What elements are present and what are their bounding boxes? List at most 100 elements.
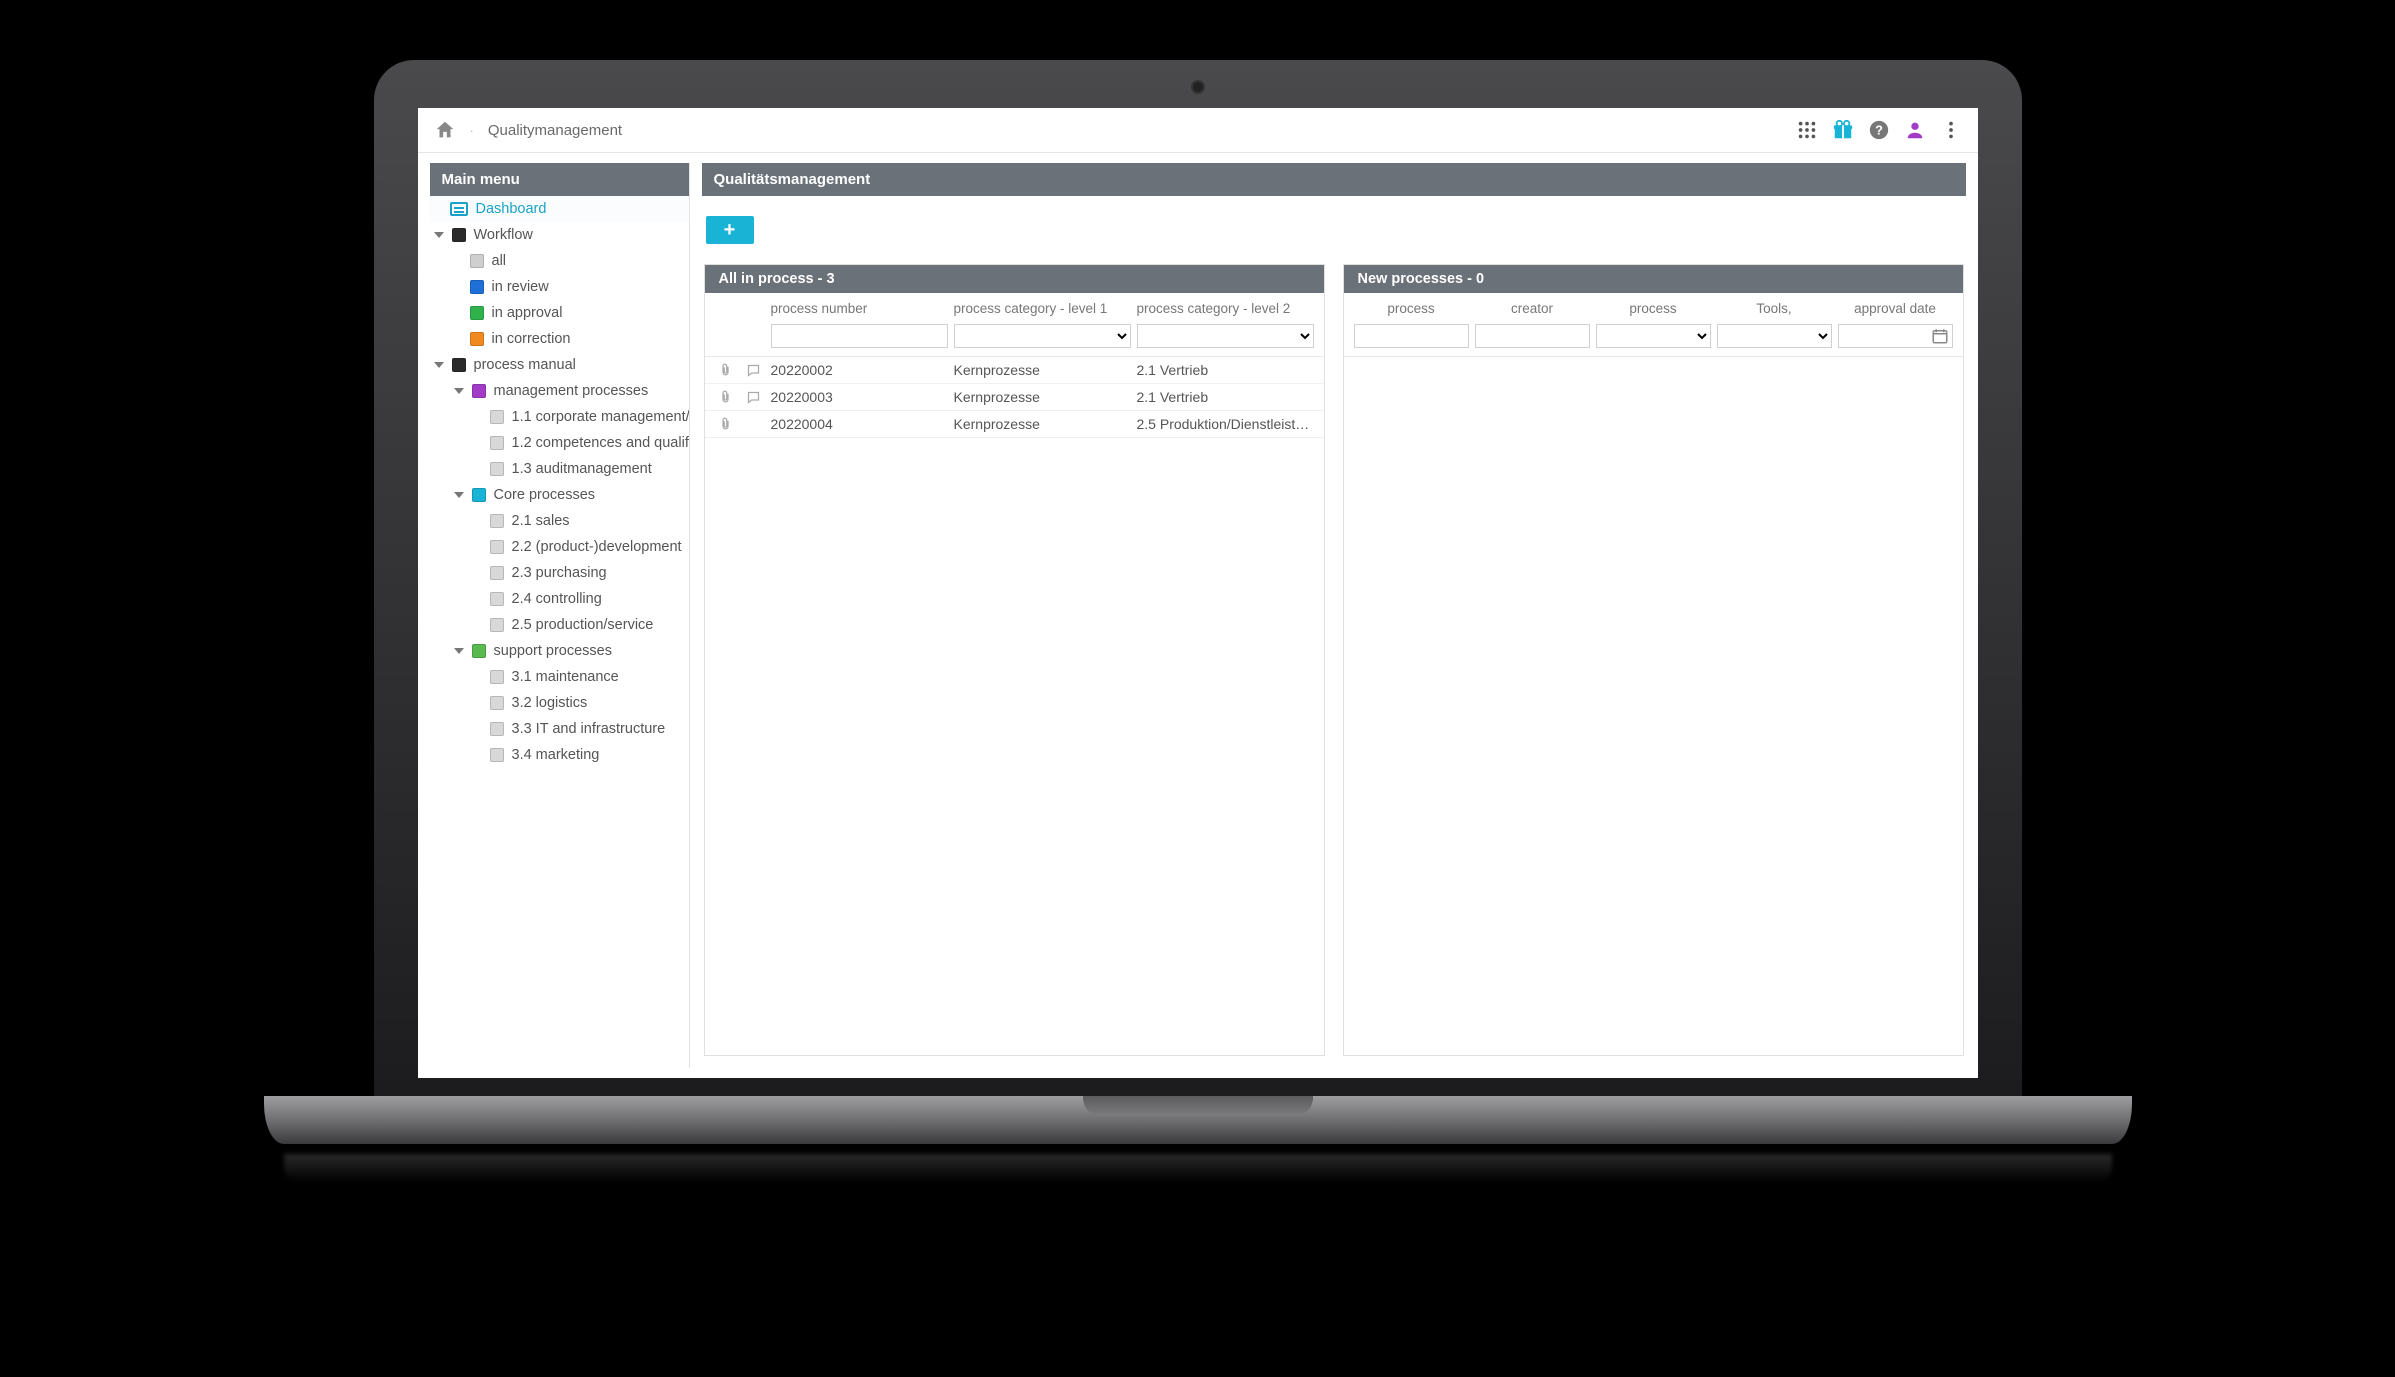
cell-cat2: 2.1 Vertrieb [1137, 362, 1314, 378]
sidebar-item-label: in review [492, 279, 549, 295]
page-icon [490, 670, 504, 684]
laptop-bezel: · Qualitymanagement ? [374, 60, 2022, 1096]
cell-process-number: 20220002 [771, 362, 948, 378]
sidebar-item-mgmt-3[interactable]: 1.3 auditmanagement [430, 456, 689, 482]
sidebar-item-core-3[interactable]: 2.3 purchasing [430, 560, 689, 586]
sidebar-item-manual[interactable]: process manual [430, 352, 689, 378]
table-row[interactable]: 20220002 Kernprozesse 2.1 Vertrieb [705, 357, 1324, 384]
page-icon [490, 696, 504, 710]
folder-icon [452, 228, 466, 242]
sidebar-item-wf-approval[interactable]: in approval [430, 300, 689, 326]
sidebar-item-support-2[interactable]: 3.2 logistics [430, 690, 689, 716]
attachment-icon[interactable] [715, 417, 737, 432]
comment-icon[interactable] [743, 390, 765, 405]
filter-cat1-select[interactable] [954, 324, 1131, 348]
home-icon[interactable] [434, 119, 456, 141]
sidebar-item-mgmt-1[interactable]: 1.1 corporate management/… [430, 404, 689, 430]
page-icon [490, 514, 504, 528]
cell-cat1: Kernprozesse [954, 362, 1131, 378]
sidebar-item-label: Workflow [474, 227, 533, 243]
folder-icon [472, 384, 486, 398]
topbar-actions: ? [1796, 119, 1962, 141]
card-in-process: All in process - 3 process number proces… [704, 264, 1325, 1056]
caret-icon [454, 492, 464, 498]
sidebar-item-core-2[interactable]: 2.2 (product-)development [430, 534, 689, 560]
attachment-icon[interactable] [715, 390, 737, 405]
sidebar-item-core-1[interactable]: 2.1 sales [430, 508, 689, 534]
page-icon [490, 566, 504, 580]
help-icon[interactable]: ? [1868, 119, 1890, 141]
camera-dot [1193, 82, 1203, 92]
table-row[interactable]: 20220003Kernprozesse2.1 Vertrieb [705, 384, 1324, 411]
page-icon [490, 722, 504, 736]
sidebar-item-core-5[interactable]: 2.5 production/service [430, 612, 689, 638]
filter-process-number[interactable] [771, 324, 948, 348]
sidebar-item-label: 2.4 controlling [512, 591, 602, 607]
app-screen: · Qualitymanagement ? [418, 108, 1978, 1078]
table-body: 20220002 Kernprozesse 2.1 Vertrieb 20220003… [705, 357, 1324, 438]
cell-process-number: 20220003 [771, 389, 948, 405]
sidebar-item-core-4[interactable]: 2.4 controlling [430, 586, 689, 612]
sidebar: Main menu Dashboard Workflow [430, 163, 690, 1068]
sidebar-item-mgmt-2[interactable]: 1.2 competences and qualif… [430, 430, 689, 456]
sidebar-item-support[interactable]: support processes [430, 638, 689, 664]
gift-icon[interactable] [1832, 119, 1854, 141]
sidebar-item-label: in approval [492, 305, 563, 321]
calendar-icon[interactable] [1931, 327, 1949, 345]
sidebar-item-label: 3.2 logistics [512, 695, 588, 711]
filter-process[interactable] [1354, 324, 1469, 348]
sidebar-item-label: 2.2 (product-)development [512, 539, 682, 555]
filter-cat2-select[interactable] [1137, 324, 1314, 348]
more-icon[interactable] [1940, 119, 1962, 141]
filter-creator[interactable] [1475, 324, 1590, 348]
caret-icon [454, 648, 464, 654]
sidebar-item-wf-correction[interactable]: in correction [430, 326, 689, 352]
sidebar-item-label: Dashboard [476, 201, 547, 217]
breadcrumb-separator: · [470, 123, 474, 138]
sidebar-tree: Dashboard Workflow all [430, 196, 689, 780]
table-header: process creator process Tools, approval … [1344, 293, 1963, 320]
col-header: process category - level 1 [954, 301, 1131, 316]
sidebar-item-label: support processes [494, 643, 612, 659]
sidebar-item-wf-all[interactable]: all [430, 248, 689, 274]
main-column: Qualitätsmanagement + All in process - 3… [702, 163, 1966, 1068]
table-filter-row [1344, 320, 1963, 357]
sidebar-item-label: 3.4 marketing [512, 747, 600, 763]
apps-icon[interactable] [1796, 119, 1818, 141]
sidebar-item-label: 1.1 corporate management/… [512, 409, 689, 425]
card-new-processes: New processes - 0 process creator proces… [1343, 264, 1964, 1056]
comment-icon[interactable] [743, 363, 765, 378]
sidebar-item-support-3[interactable]: 3.3 IT and infrastructure [430, 716, 689, 742]
sidebar-item-label: 2.3 purchasing [512, 565, 607, 581]
add-button[interactable]: + [706, 216, 754, 244]
folder-icon [470, 280, 484, 294]
sidebar-item-label: management processes [494, 383, 649, 399]
sidebar-item-wf-review[interactable]: in review [430, 274, 689, 300]
laptop-notch [1083, 1096, 1313, 1116]
col-header: Tools, [1717, 301, 1832, 316]
sidebar-item-support-1[interactable]: 3.1 maintenance [430, 664, 689, 690]
attachment-icon[interactable] [715, 363, 737, 378]
sidebar-item-dashboard[interactable]: Dashboard [430, 196, 689, 222]
user-icon[interactable] [1904, 119, 1926, 141]
folder-icon [472, 488, 486, 502]
sidebar-item-label: 1.2 competences and qualif… [512, 435, 689, 451]
sidebar-item-label: 1.3 auditmanagement [512, 461, 652, 477]
sidebar-item-support-4[interactable]: 3.4 marketing [430, 742, 689, 768]
filter-tools-select[interactable] [1717, 324, 1832, 348]
sidebar-item-core[interactable]: Core processes [430, 482, 689, 508]
col-header: creator [1475, 301, 1590, 316]
card-title: New processes - 0 [1344, 265, 1963, 293]
laptop-mockup: · Qualitymanagement ? [374, 60, 2022, 1182]
sidebar-item-workflow[interactable]: Workflow [430, 222, 689, 248]
filter-process-select[interactable] [1596, 324, 1711, 348]
sidebar-item-mgmt[interactable]: management processes [430, 378, 689, 404]
breadcrumb[interactable]: Qualitymanagement [488, 122, 622, 139]
sidebar-item-label: 3.1 maintenance [512, 669, 619, 685]
caret-icon [434, 232, 444, 238]
sidebar-item-label: process manual [474, 357, 576, 373]
sidebar-item-label: in correction [492, 331, 571, 347]
folder-icon [452, 358, 466, 372]
table-row[interactable]: 20220004Kernprozesse2.5 Produktion/Diens… [705, 411, 1324, 438]
folder-icon [472, 644, 486, 658]
